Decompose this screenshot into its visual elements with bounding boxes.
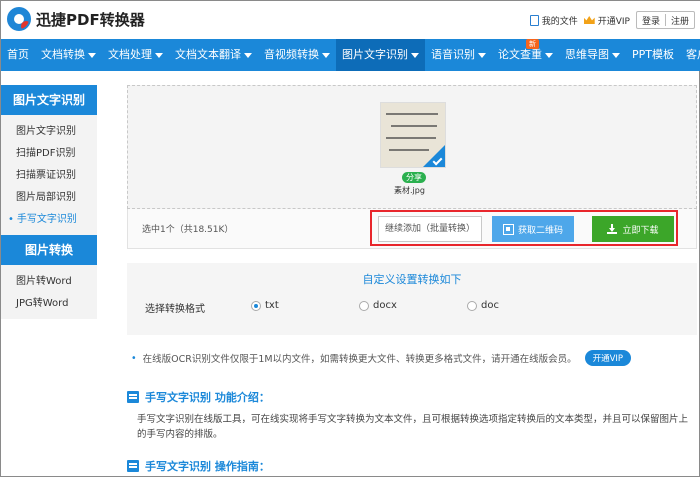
- sidebar-list: 图片文字识别扫描PDF识别扫描票证识别图片局部识别手写文字识别: [1, 115, 97, 235]
- notice: • 在线版OCR识别文件仅限于1M以内文件，如需转换更大文件、转换更多格式文件，…: [131, 350, 632, 366]
- action-bar: 选中1个（共18.51K） 继续添加（批量转换） 获取二维码 立即下载: [127, 209, 697, 249]
- nav-item[interactable]: 论文查重新: [492, 39, 559, 71]
- nav-item-label: 客户端: [686, 48, 700, 61]
- selection-info: 选中1个（共18.51K）: [142, 225, 234, 235]
- file-thumbnail[interactable]: [380, 102, 446, 168]
- logo-text: 迅捷PDF转换器: [36, 10, 145, 29]
- open-vip-label: 开通VIP: [597, 16, 630, 27]
- download-icon: [607, 224, 618, 234]
- format-radio-docx[interactable]: docx: [359, 300, 397, 311]
- nav-item[interactable]: 文档转换: [35, 39, 102, 71]
- file-name: 素材.jpg: [394, 186, 425, 195]
- guide-icon: [127, 460, 139, 472]
- open-vip-link[interactable]: 开通VIP: [583, 14, 630, 27]
- intro-description: 手写文字识别在线版工具，可在线实现将手写文字转换为文本文件，且可根据转换选项指定…: [137, 414, 689, 440]
- nav-item[interactable]: 音视频转换: [258, 39, 336, 71]
- get-qr-label: 获取二维码: [517, 225, 563, 236]
- crown-icon: [583, 16, 595, 24]
- format-radio-txt[interactable]: txt: [251, 300, 279, 311]
- sidebar: 图片文字识别 图片文字识别扫描PDF识别扫描票证识别图片局部识别手写文字识别 图…: [1, 85, 97, 319]
- nav-item[interactable]: 思维导图: [559, 39, 626, 71]
- register-button[interactable]: 注册: [666, 14, 694, 27]
- sidebar-item[interactable]: 扫描PDF识别: [1, 143, 97, 165]
- chevron-down-icon: [322, 52, 330, 58]
- document-icon: [529, 14, 539, 26]
- my-files-label: 我的文件: [541, 16, 578, 27]
- download-button[interactable]: 立即下载: [592, 216, 674, 242]
- download-label: 立即下载: [622, 225, 659, 236]
- main-nav: 首页 文档转换 文档处理 文档文本翻译 音视频转换 图片文字识别 语音识别 论文查重新思维导图…: [1, 39, 700, 71]
- radio-icon: [359, 300, 369, 311]
- chevron-down-icon: [411, 52, 419, 58]
- chevron-down-icon: [612, 52, 620, 58]
- nav-item[interactable]: 客户端: [680, 39, 700, 71]
- bullet-icon: •: [131, 352, 137, 364]
- radio-icon: [467, 300, 477, 311]
- continue-add-button[interactable]: 继续添加（批量转换）: [378, 216, 482, 242]
- highlight-box: 继续添加（批量转换） 获取二维码 立即下载: [370, 210, 678, 246]
- format-option-label: txt: [265, 300, 279, 311]
- chevron-down-icon: [478, 52, 486, 58]
- notice-text: 在线版OCR识别文件仅限于1M以内文件，如需转换更大文件、转换更多格式文件，请开…: [142, 354, 577, 365]
- format-option-label: doc: [481, 300, 499, 311]
- sidebar-item[interactable]: 扫描票证识别: [1, 165, 97, 187]
- sidebar-section-title: 图片文字识别: [1, 85, 97, 115]
- sidebar-item[interactable]: 图片局部识别: [1, 187, 97, 209]
- intro-title-text: 手写文字识别 功能介绍：: [145, 391, 270, 404]
- nav-item-label: 文档转换: [41, 48, 85, 61]
- sidebar-item[interactable]: 图片文字识别: [1, 121, 97, 143]
- chevron-down-icon: [88, 52, 96, 58]
- conversion-settings: 自定义设置转换如下 选择转换格式 txt docx doc: [127, 263, 697, 335]
- nav-item-label: PPT模板: [632, 48, 674, 61]
- chevron-down-icon: [155, 52, 163, 58]
- sidebar-list: 图片转Word JPG转Word: [1, 265, 97, 319]
- nav-item-label: 文档文本翻译: [175, 48, 241, 61]
- nav-item[interactable]: 文档处理: [102, 39, 169, 71]
- nav-item[interactable]: 语音识别: [425, 39, 492, 71]
- sidebar-item[interactable]: 图片转Word: [1, 271, 97, 293]
- my-files-link[interactable]: 我的文件: [529, 14, 578, 27]
- guide-title: 手写文字识别 操作指南：: [127, 458, 270, 474]
- nav-item-label: 首页: [7, 48, 29, 61]
- nav-item-label: 图片文字识别: [342, 48, 408, 61]
- intro-icon: [127, 391, 139, 403]
- nav-item[interactable]: PPT模板: [626, 39, 680, 71]
- format-option-label: docx: [373, 300, 397, 311]
- nav-item[interactable]: 首页: [1, 39, 35, 71]
- nav-item-label: 语音识别: [431, 48, 475, 61]
- intro-title: 手写文字识别 功能介绍：: [127, 389, 270, 405]
- guide-title-text: 手写文字识别 操作指南：: [145, 460, 270, 473]
- new-badge: 新: [526, 39, 539, 49]
- sidebar-section-title: 图片转换: [1, 235, 97, 265]
- settings-title: 自定义设置转换如下: [362, 273, 462, 286]
- auth-box: 登录 注册: [635, 11, 695, 29]
- nav-item[interactable]: 文档文本翻译: [169, 39, 258, 71]
- upload-area[interactable]: 分享 素材.jpg: [127, 85, 697, 209]
- nav-item-label: 文档处理: [108, 48, 152, 61]
- format-radio-doc[interactable]: doc: [467, 300, 499, 311]
- logo[interactable]: 迅捷PDF转换器: [7, 7, 145, 31]
- logo-icon: [7, 7, 31, 31]
- qr-code-icon: [502, 223, 514, 235]
- radio-icon: [251, 300, 261, 311]
- open-vip-button[interactable]: 开通VIP: [584, 350, 632, 366]
- nav-item-label: 音视频转换: [264, 48, 319, 61]
- get-qr-button[interactable]: 获取二维码: [492, 216, 574, 242]
- chevron-down-icon: [244, 52, 252, 58]
- nav-item-label: 思维导图: [565, 48, 609, 61]
- sidebar-item[interactable]: 手写文字识别: [1, 209, 97, 231]
- nav-item[interactable]: 图片文字识别: [336, 39, 425, 71]
- sidebar-item[interactable]: JPG转Word: [1, 293, 97, 315]
- header: 迅捷PDF转换器 我的文件 开通VIP 登录 注册: [1, 1, 700, 39]
- format-label: 选择转换格式: [145, 304, 205, 315]
- chevron-down-icon: [545, 52, 553, 58]
- share-button[interactable]: 分享: [402, 172, 426, 183]
- login-button[interactable]: 登录: [637, 14, 665, 27]
